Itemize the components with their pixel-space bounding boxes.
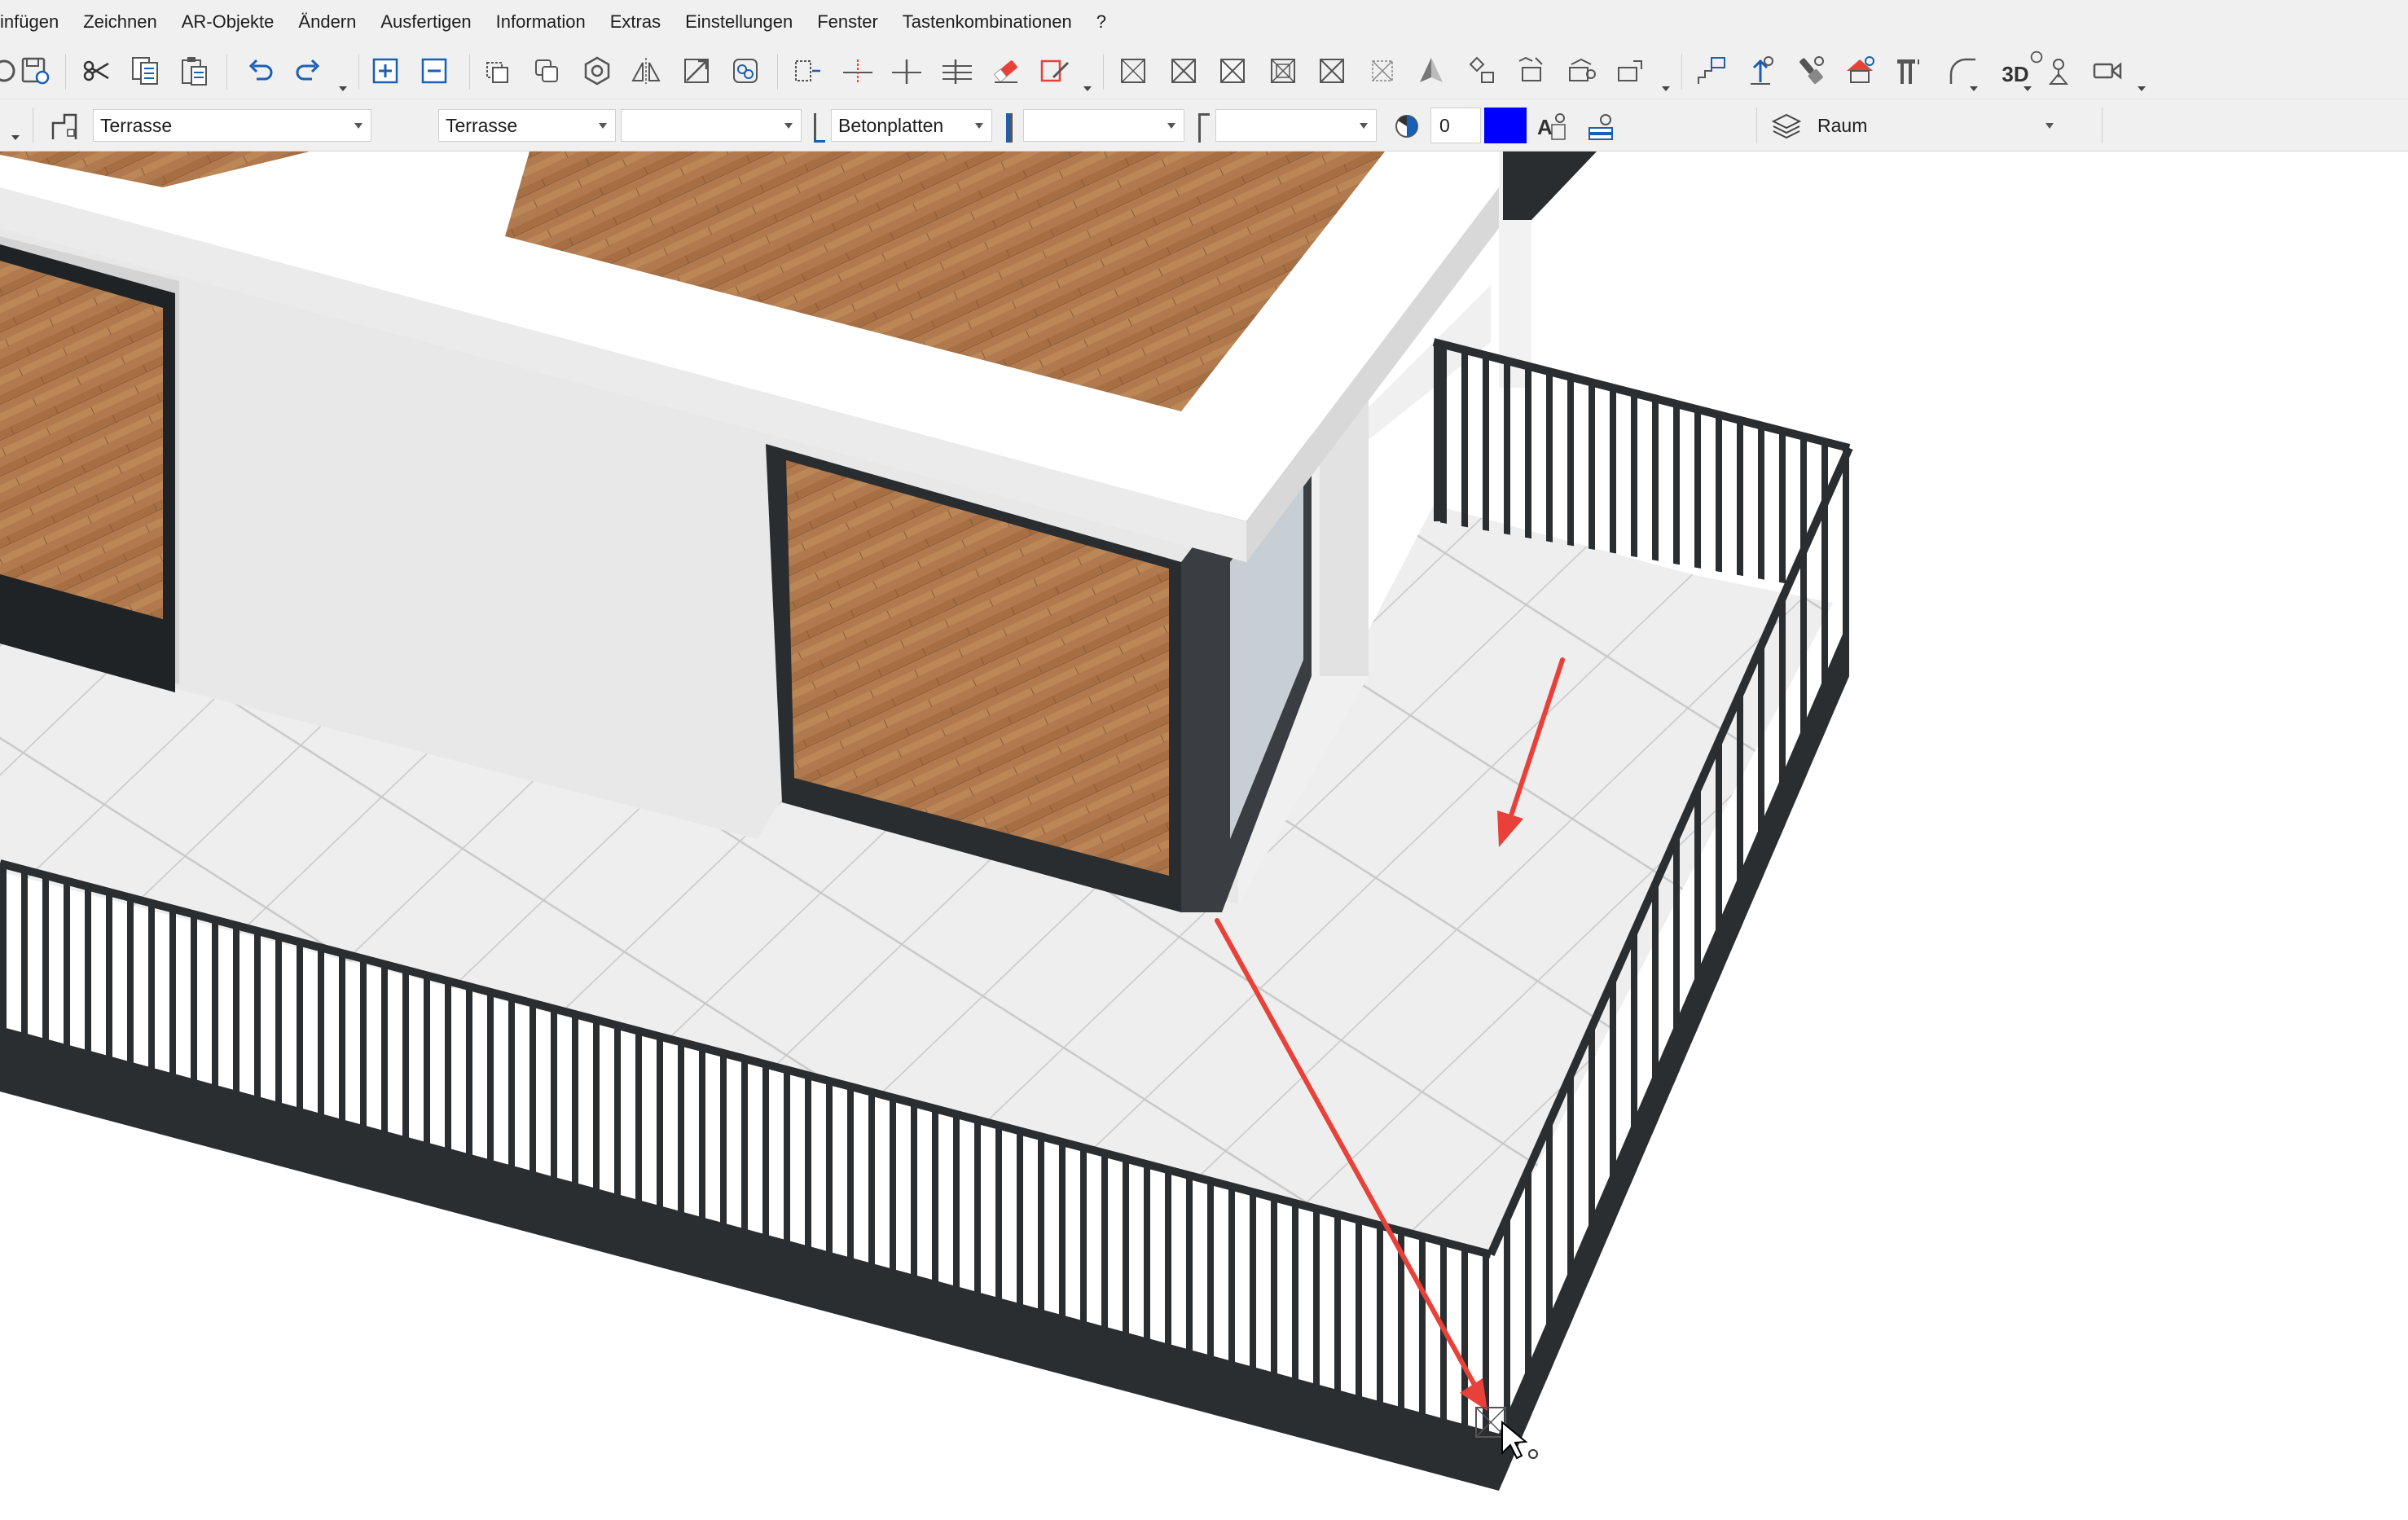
symbol-link-icon[interactable]	[1461, 51, 1502, 91]
pen-thickness-icon	[999, 108, 1023, 148]
toolbar-separator	[2102, 108, 2103, 143]
pen-color-icon[interactable]	[1386, 106, 1427, 147]
3d-dropdown-icon[interactable]	[2024, 86, 2032, 91]
terrace-model-scene	[0, 152, 1853, 1491]
zoom-out-icon[interactable]	[414, 51, 455, 91]
macro-icon[interactable]	[1510, 51, 1551, 91]
upper-column-glass	[1503, 152, 1597, 220]
stair-icon[interactable]	[1691, 51, 1732, 91]
copy-icon[interactable]	[125, 51, 166, 91]
menu-item[interactable]: ?	[1084, 0, 1118, 44]
attribute-select[interactable]	[621, 109, 802, 142]
smart-part-icon[interactable]	[1561, 51, 1602, 91]
layer-value: Terrasse	[446, 115, 518, 136]
menu-item[interactable]: Ausfertigen	[368, 0, 483, 44]
elevation-icon[interactable]	[1740, 51, 1781, 91]
layers-icon[interactable]	[1766, 106, 1807, 147]
split-icon[interactable]	[886, 51, 927, 91]
3d-view-button[interactable]: 3D	[1991, 51, 2043, 91]
element-type-select[interactable]: Terrasse	[93, 109, 371, 142]
modify-object-icon[interactable]	[1035, 51, 1075, 91]
menu-item[interactable]: Extras	[598, 0, 673, 44]
arc-dropdown-icon[interactable]	[1970, 86, 1978, 91]
line-type-icon	[1191, 108, 1215, 148]
redo-dropdown-icon[interactable]	[339, 86, 347, 91]
redo-icon[interactable]	[288, 51, 329, 91]
trim-icon[interactable]	[837, 51, 878, 91]
column-icon[interactable]	[1888, 51, 1929, 91]
material-select[interactable]: Betonplatten	[831, 109, 992, 142]
door-icon[interactable]	[1312, 51, 1352, 91]
pen-thickness-select[interactable]	[1023, 109, 1184, 142]
move-object-icon[interactable]	[526, 51, 567, 91]
drawing-type-select[interactable]: Raum	[1810, 109, 2063, 142]
save-icon[interactable]	[15, 51, 55, 91]
wall-icon[interactable]	[1113, 51, 1153, 91]
drawing-type-value: Raum	[1817, 115, 1868, 136]
menu-item[interactable]: infügen	[0, 0, 71, 44]
arc-icon[interactable]	[1942, 51, 1983, 91]
light-icon[interactable]	[2038, 51, 2079, 91]
toolbar-separator	[1756, 108, 1757, 143]
window-icon[interactable]	[1263, 51, 1303, 91]
object-palette-icon[interactable]	[1610, 51, 1650, 91]
material-icon	[806, 108, 831, 148]
zoom-in-icon[interactable]	[365, 51, 406, 91]
3d-view-label: 3D	[2002, 61, 2029, 86]
camera-icon[interactable]	[2087, 51, 2128, 91]
menu-item[interactable]: Information	[484, 0, 598, 44]
recess-icon[interactable]	[1362, 51, 1403, 91]
camera-dropdown-icon[interactable]	[2138, 86, 2146, 91]
menu-item[interactable]: Einstellungen	[673, 0, 805, 44]
niche-icon[interactable]	[1212, 51, 1253, 91]
copy-object-icon[interactable]	[477, 51, 518, 91]
toolbar-separator	[226, 54, 227, 90]
material-value: Betonplatten	[838, 115, 944, 136]
window-left-glass	[0, 261, 163, 619]
main-toolbar: 3D	[0, 44, 2408, 99]
toolbar-separator	[469, 54, 470, 90]
stretch-icon[interactable]	[787, 51, 828, 91]
toolbar-separator	[1103, 54, 1104, 90]
menu-item[interactable]: Tastenkombinationen	[890, 0, 1084, 44]
toolbar-separator	[777, 54, 778, 90]
objects-dropdown-icon[interactable]	[1662, 86, 1670, 91]
menu-item[interactable]: Zeichnen	[71, 0, 169, 44]
properties-toolbar: Terrasse Terrasse Betonplatten 0 A Raum	[0, 99, 2408, 152]
undo-icon[interactable]	[239, 51, 280, 91]
divide-icon[interactable]	[937, 51, 978, 91]
line-type-select[interactable]	[1215, 109, 1377, 142]
opening-icon[interactable]	[1163, 51, 1204, 91]
element-type-value: Terrasse	[100, 115, 173, 136]
roof-icon[interactable]	[1411, 51, 1452, 91]
svg-text:A: A	[1537, 115, 1553, 139]
cut-icon[interactable]	[77, 51, 117, 91]
house-icon[interactable]	[1839, 51, 1880, 91]
menu-item[interactable]: Fenster	[805, 0, 890, 44]
eraser-icon[interactable]	[986, 51, 1026, 91]
mirror-icon[interactable]	[626, 51, 666, 91]
pen-number-value: 0	[1439, 115, 1450, 136]
paint-brush-icon[interactable]	[1791, 51, 1831, 91]
element-type-icon[interactable]	[44, 106, 85, 147]
3d-viewport[interactable]	[0, 152, 2408, 1520]
rotate-icon[interactable]	[577, 51, 617, 91]
pen-color-swatch[interactable]	[1484, 108, 1527, 143]
menu-item[interactable]: Ändern	[286, 0, 368, 44]
paste-icon[interactable]	[174, 51, 215, 91]
toolbar-separator	[65, 54, 66, 90]
modify-dropdown-icon[interactable]	[1083, 86, 1092, 91]
convert-icon[interactable]	[725, 51, 766, 91]
toolbar-separator	[358, 54, 359, 90]
menu-bar: infügen Zeichnen AR-Objekte Ändern Ausfertig…	[0, 0, 2408, 44]
text-format-icon[interactable]: A	[1531, 106, 1572, 147]
pen-number-field[interactable]: 0	[1430, 108, 1481, 143]
row-dropdown-icon[interactable]	[11, 135, 20, 140]
menu-item[interactable]: AR-Objekte	[169, 0, 287, 44]
distort-icon[interactable]	[676, 51, 717, 91]
toolbar-separator	[1681, 54, 1682, 90]
cursor-indicator-icon	[1528, 1449, 1538, 1459]
layer-switch-icon[interactable]	[1580, 106, 1621, 147]
layer-select[interactable]: Terrasse	[438, 109, 616, 142]
